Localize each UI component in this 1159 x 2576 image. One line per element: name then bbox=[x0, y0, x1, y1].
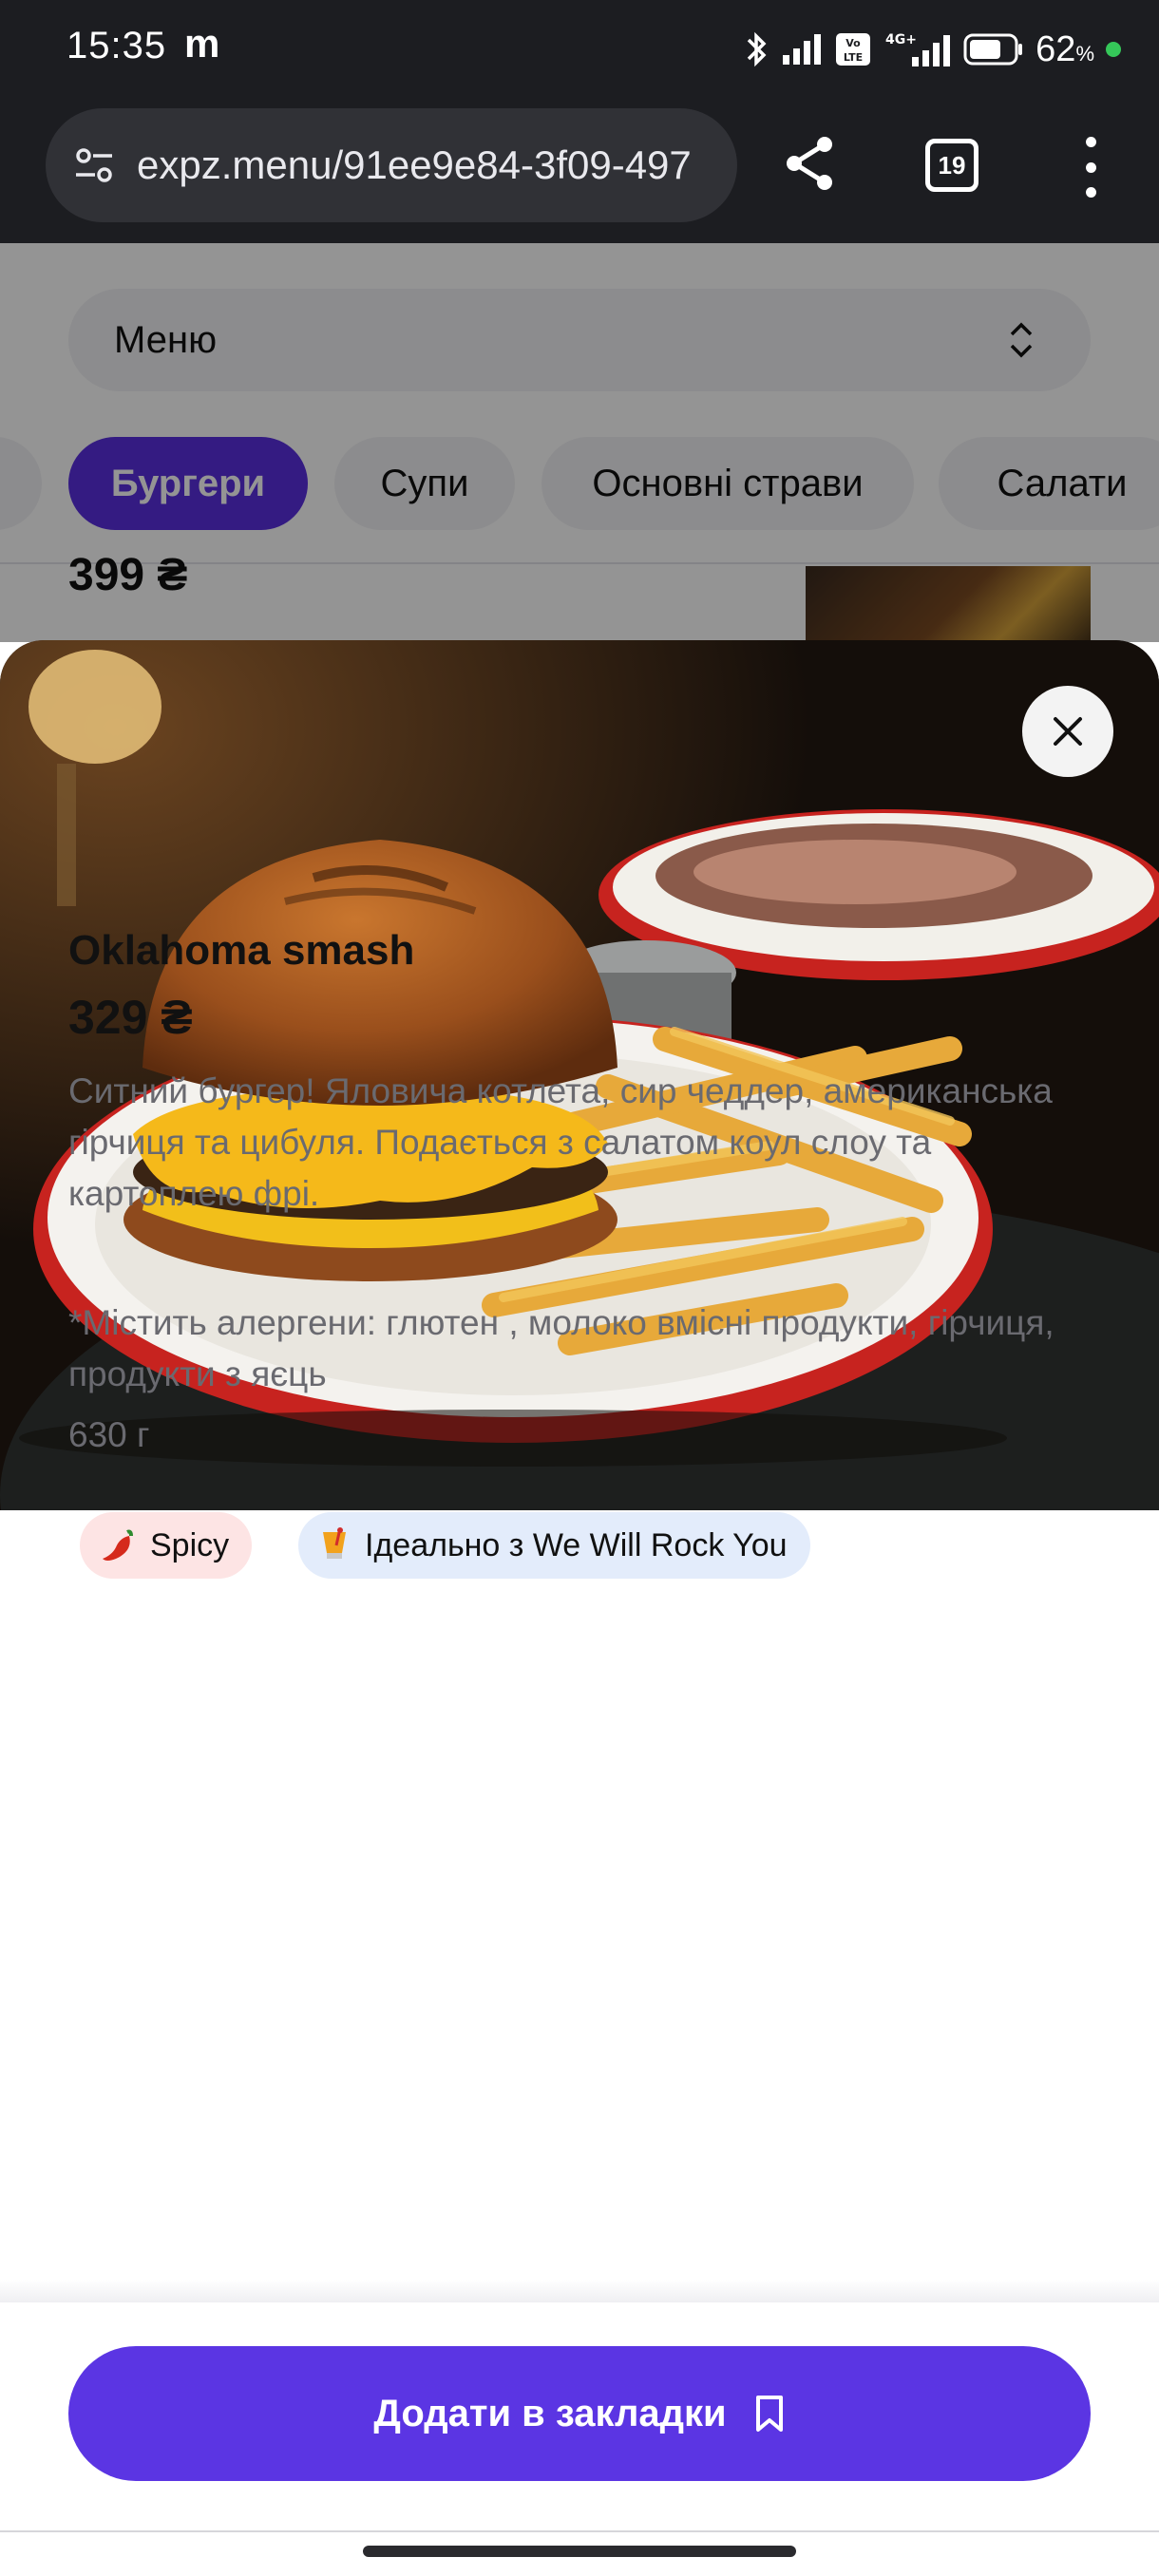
signal-icon bbox=[783, 34, 822, 65]
charging-dot-icon bbox=[1106, 42, 1121, 57]
signal-4g-icon: 4G+ bbox=[885, 32, 951, 66]
svg-text:4G+: 4G+ bbox=[885, 32, 917, 47]
add-to-bookmarks-button[interactable]: Додати в закладки bbox=[68, 2346, 1091, 2481]
item-title: Oklahoma smash bbox=[68, 927, 415, 974]
status-bar: 15:35 m Vo LTE 4G+ 62% bbox=[0, 0, 1159, 99]
url-text[interactable]: expz.menu/91ee9e84-3f09-497 bbox=[137, 142, 716, 188]
item-description: Ситний бургер! Яловича котлета, сир чедд… bbox=[68, 1071, 1053, 1213]
svg-text:Vo: Vo bbox=[846, 37, 861, 49]
cocktail-icon bbox=[323, 1527, 346, 1559]
add-to-bookmarks-label: Додати в закладки bbox=[373, 2392, 727, 2434]
battery-unit: % bbox=[1075, 41, 1094, 66]
svg-text:LTE: LTE bbox=[844, 51, 863, 64]
share-icon[interactable] bbox=[781, 133, 842, 194]
tag-pairing: Ідеально з We Will Rock You bbox=[298, 1512, 810, 1579]
tabs-icon[interactable]: 19 bbox=[925, 139, 978, 192]
footer-divider bbox=[0, 2280, 1159, 2302]
tag-pairing-label: Ідеально з We Will Rock You bbox=[365, 1526, 788, 1563]
tag-spicy-label: Spicy bbox=[150, 1526, 230, 1563]
battery-level: 62% bbox=[1036, 29, 1094, 70]
status-time: 15:35 bbox=[66, 25, 167, 66]
volte-icon: Vo LTE bbox=[836, 33, 871, 66]
address-bar[interactable]: expz.menu/91ee9e84-3f09-497 bbox=[46, 108, 737, 222]
gesture-handle[interactable] bbox=[363, 2546, 796, 2557]
nav-divider bbox=[0, 2530, 1159, 2532]
bookmark-icon bbox=[755, 2396, 783, 2432]
tab-count: 19 bbox=[938, 150, 966, 180]
chili-pepper-icon bbox=[103, 1529, 133, 1561]
notification-app-icon: m bbox=[184, 21, 220, 66]
item-allergens: *Містить алергени: глютен , молоко вмісн… bbox=[68, 1303, 1054, 1393]
modal-backdrop[interactable] bbox=[0, 243, 1159, 642]
browser-toolbar: expz.menu/91ee9e84-3f09-497 19 bbox=[0, 99, 1159, 243]
tag-spicy: Spicy bbox=[80, 1512, 253, 1579]
close-button[interactable] bbox=[1022, 686, 1113, 777]
battery-value: 62 bbox=[1036, 28, 1076, 69]
bluetooth-icon bbox=[747, 31, 767, 67]
close-icon bbox=[1054, 717, 1082, 746]
more-vert-icon[interactable] bbox=[1074, 137, 1108, 198]
item-price: 329 ₴ bbox=[68, 991, 193, 1044]
site-settings-icon[interactable] bbox=[70, 142, 118, 189]
status-icons: Vo LTE 4G+ 62% bbox=[745, 28, 1121, 70]
item-weight: 630 г bbox=[68, 1415, 150, 1454]
battery-icon bbox=[963, 33, 1023, 66]
